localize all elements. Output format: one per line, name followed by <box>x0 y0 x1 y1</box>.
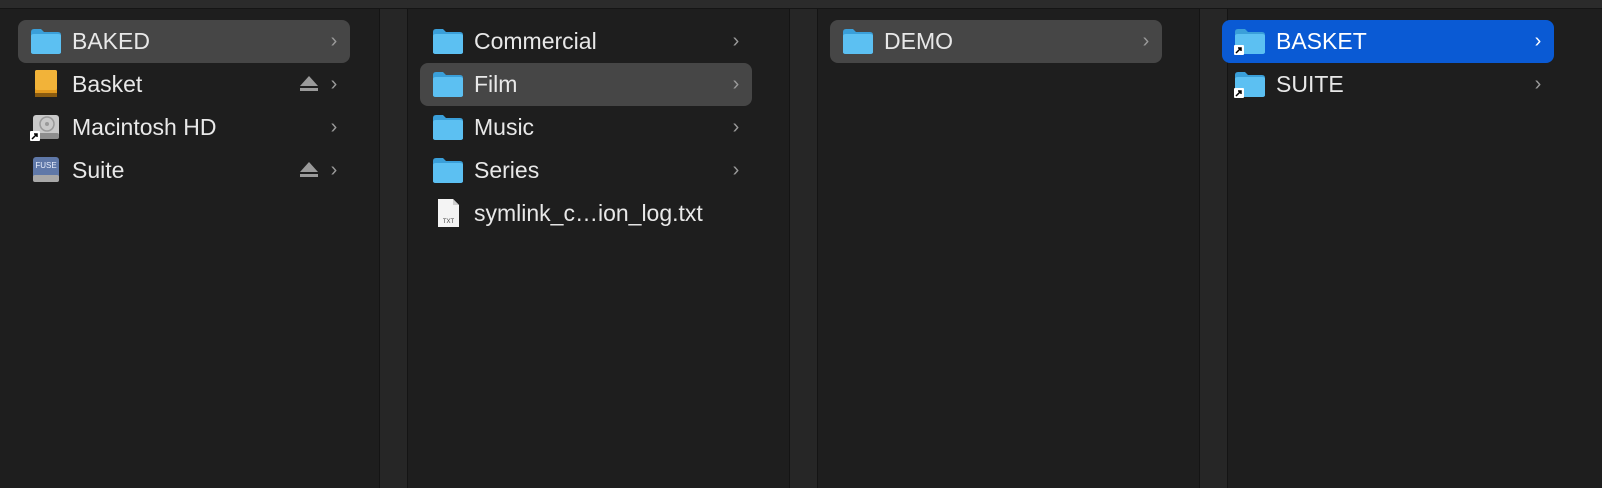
chevron-right-icon: › <box>732 116 740 138</box>
chevron-right-icon: › <box>732 73 740 95</box>
row-baked[interactable]: BAKED › <box>18 20 350 63</box>
folder-alias-icon <box>1234 72 1265 98</box>
eject-icon[interactable] <box>298 74 320 94</box>
row-label: DEMO <box>884 28 953 54</box>
chevron-right-icon: › <box>1534 30 1542 52</box>
column-resize-handle[interactable] <box>789 9 818 488</box>
row-symlink-log[interactable]: TXT symlink_c…ion_log.txt <box>420 192 752 235</box>
row-demo[interactable]: DEMO › <box>830 20 1162 63</box>
chevron-right-icon: › <box>1534 73 1542 95</box>
folder-icon <box>433 72 463 97</box>
chevron-right-icon: › <box>330 159 338 181</box>
folder-icon <box>31 29 61 54</box>
folder-icon <box>843 29 873 54</box>
chevron-right-icon: › <box>330 116 338 138</box>
hard-drive-alias-icon <box>30 115 59 141</box>
row-label: SUITE <box>1276 71 1344 97</box>
row-basket[interactable]: Basket › <box>18 63 350 106</box>
external-drive-icon <box>35 70 57 97</box>
toolbar-edge <box>0 0 1602 9</box>
chevron-right-icon: › <box>732 159 740 181</box>
row-suite[interactable]: FUSE Suite › <box>18 149 350 192</box>
column-baked-contents[interactable]: Commercial › Film › Music › Series › TXT… <box>408 9 788 488</box>
row-macintosh-hd[interactable]: Macintosh HD › <box>18 106 350 149</box>
svg-text:TXT: TXT <box>443 219 455 225</box>
text-file-icon: TXT <box>438 199 459 227</box>
row-label: BASKET <box>1276 28 1367 54</box>
row-label: Commercial <box>474 28 597 54</box>
column-resize-handle[interactable] <box>379 9 408 488</box>
row-commercial[interactable]: Commercial › <box>420 20 752 63</box>
folder-icon <box>433 158 463 183</box>
row-label: symlink_c…ion_log.txt <box>474 200 703 226</box>
column-demo-contents[interactable]: BASKET › SUITE › <box>1222 9 1602 488</box>
finder-column-view: BAKED › Basket › Macintosh HD › FUSE Sui… <box>0 0 1602 488</box>
column-film-contents[interactable]: DEMO › <box>818 9 1198 488</box>
row-label: Series <box>474 157 540 183</box>
chevron-right-icon: › <box>1142 30 1150 52</box>
row-label: Basket <box>72 71 143 97</box>
row-label: Music <box>474 114 535 140</box>
row-basket-alias[interactable]: BASKET › <box>1222 20 1554 63</box>
folder-icon <box>433 115 463 140</box>
chevron-right-icon: › <box>330 30 338 52</box>
row-suite-alias[interactable]: SUITE › <box>1222 63 1554 106</box>
chevron-right-icon: › <box>732 30 740 52</box>
eject-icon[interactable] <box>298 160 320 180</box>
fuse-drive-icon: FUSE <box>33 157 59 182</box>
row-label: BAKED <box>72 28 150 54</box>
svg-text:FUSE: FUSE <box>35 161 56 170</box>
column-locations[interactable]: BAKED › Basket › Macintosh HD › FUSE Sui… <box>0 9 378 488</box>
chevron-right-icon: › <box>330 73 338 95</box>
row-series[interactable]: Series › <box>420 149 752 192</box>
row-label: Macintosh HD <box>72 114 217 140</box>
row-film[interactable]: Film › <box>420 63 752 106</box>
row-music[interactable]: Music › <box>420 106 752 149</box>
row-label: Suite <box>72 157 125 183</box>
folder-alias-icon <box>1234 29 1265 55</box>
folder-icon <box>433 29 463 54</box>
row-label: Film <box>474 71 518 97</box>
